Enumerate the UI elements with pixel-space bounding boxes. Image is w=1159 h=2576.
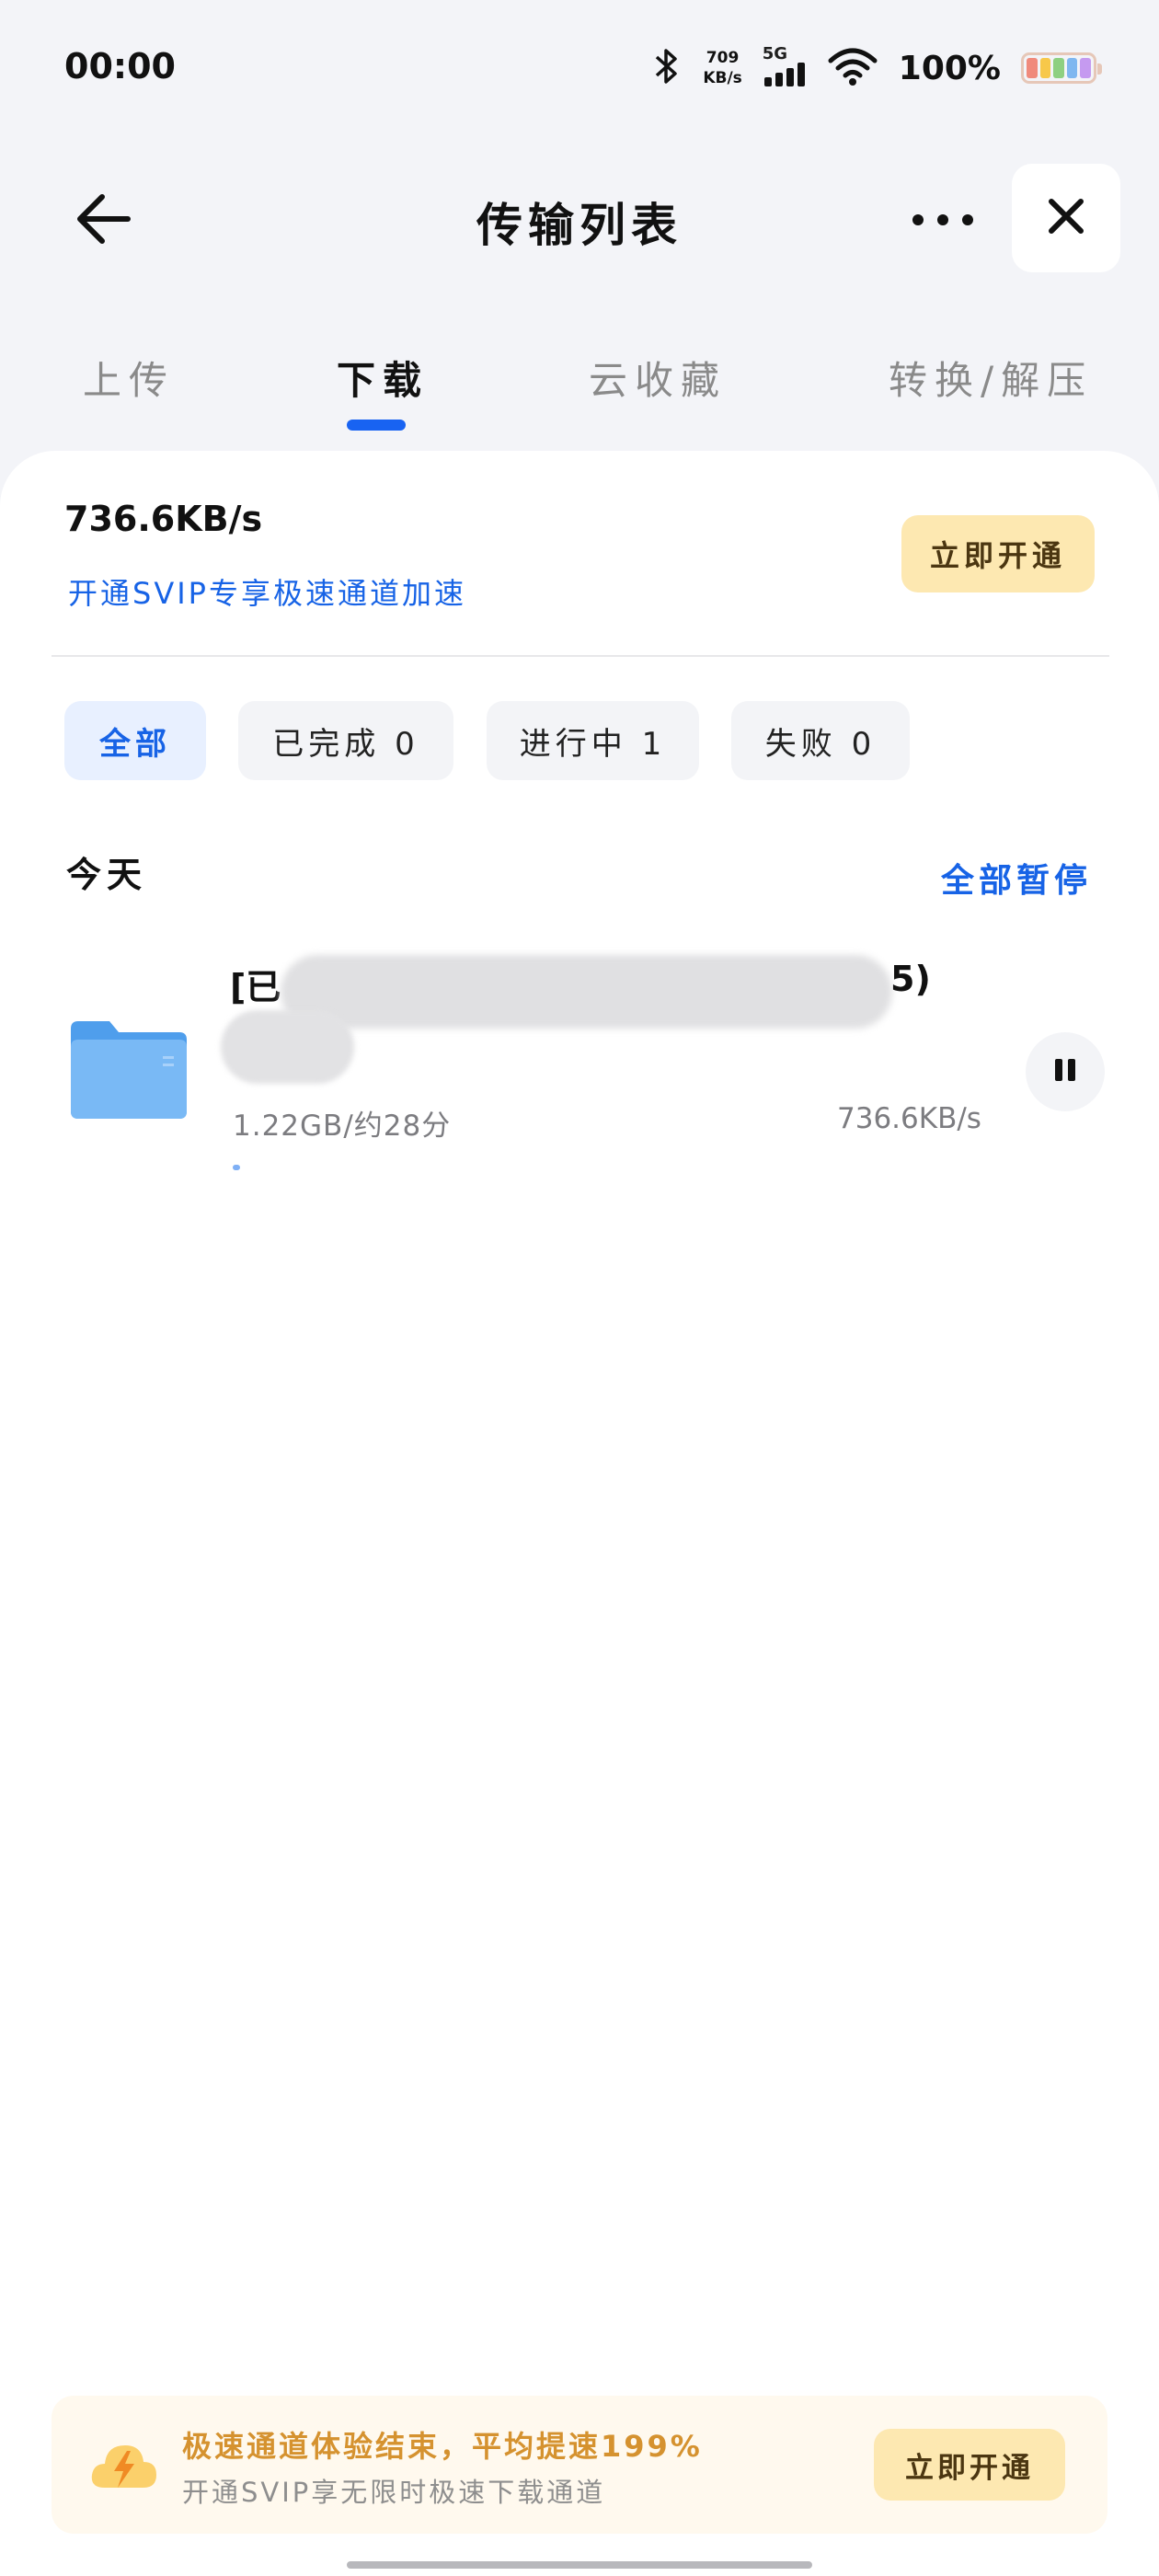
battery-percent: 100% (898, 49, 1001, 87)
status-icons: 709 KB/s 5G 100% (651, 40, 1102, 96)
bluetooth-icon (651, 46, 683, 90)
tab-cloud-collect[interactable]: 云收藏 (589, 350, 727, 406)
filter-in-progress[interactable]: 进行中 1 (487, 701, 699, 780)
status-time: 00:00 (64, 46, 176, 86)
wifi-icon (827, 46, 878, 90)
open-svip-button[interactable]: 立即开通 (901, 515, 1095, 592)
status-bar: 00:00 709 KB/s 5G 100% (0, 0, 1159, 138)
svip-banner: 极速通道体验结束，平均提速199% 开通SVIP享无限时极速下载通道 立即开通 (52, 2396, 1107, 2534)
home-indicator[interactable] (347, 2561, 812, 2569)
redacted-text (221, 1010, 354, 1084)
tab-upload[interactable]: 上传 (83, 350, 175, 406)
banner-subtitle: 开通SVIP享无限时极速下载通道 (182, 2477, 606, 2508)
download-progress (233, 1165, 978, 1170)
tab-convert-unzip[interactable]: 转换/解压 (889, 350, 1093, 406)
svip-promo-link[interactable]: 开通SVIP专享极速通道加速 (68, 570, 466, 613)
filter-completed[interactable]: 已完成 0 (238, 701, 453, 780)
redacted-text (281, 955, 892, 1029)
header: 传输列表 (0, 156, 1159, 281)
close-icon (1046, 196, 1086, 240)
section-title-today: 今天 (66, 855, 148, 895)
close-button[interactable] (1012, 164, 1120, 272)
progress-fill (233, 1165, 241, 1170)
cloud-lightning-icon (88, 2434, 158, 2495)
pause-button[interactable] (1026, 1032, 1105, 1111)
pause-icon (1051, 1056, 1079, 1087)
banner-title: 极速通道体验结束，平均提速199% (182, 2429, 703, 2464)
banner-open-button[interactable]: 立即开通 (874, 2429, 1065, 2501)
network-speed: 709 KB/s (703, 49, 742, 87)
tab-indicator (347, 420, 406, 431)
transfer-panel: 736.6KB/s 开通SVIP专享极速通道加速 立即开通 全部 已完成 0 进… (0, 451, 1159, 2576)
file-name-suffix: 5) (890, 959, 931, 999)
divider (52, 655, 1109, 657)
filter-all[interactable]: 全部 (64, 701, 206, 780)
current-speed: 736.6KB/s (64, 499, 263, 539)
tab-download[interactable]: 下载 (337, 350, 429, 406)
signal-indicator: 5G (763, 46, 807, 90)
signal-icon (763, 63, 807, 90)
more-button[interactable] (901, 189, 984, 253)
more-icon (911, 213, 975, 230)
battery-icon (1021, 52, 1102, 84)
file-speed: 736.6KB/s (837, 1102, 981, 1135)
tab-bar: 上传 下载 云收藏 转换/解压 (0, 340, 1159, 432)
filter-failed[interactable]: 失败 0 (731, 701, 910, 780)
folder-icon (69, 1019, 189, 1121)
list-item[interactable]: [已 5) 1.22GB/约28分 736.6KB/s (0, 948, 1159, 1178)
page-title: 传输列表 (476, 199, 683, 252)
pause-all-button[interactable]: 全部暂停 (941, 854, 1092, 902)
file-size-eta: 1.22GB/约28分 (233, 1110, 452, 1143)
